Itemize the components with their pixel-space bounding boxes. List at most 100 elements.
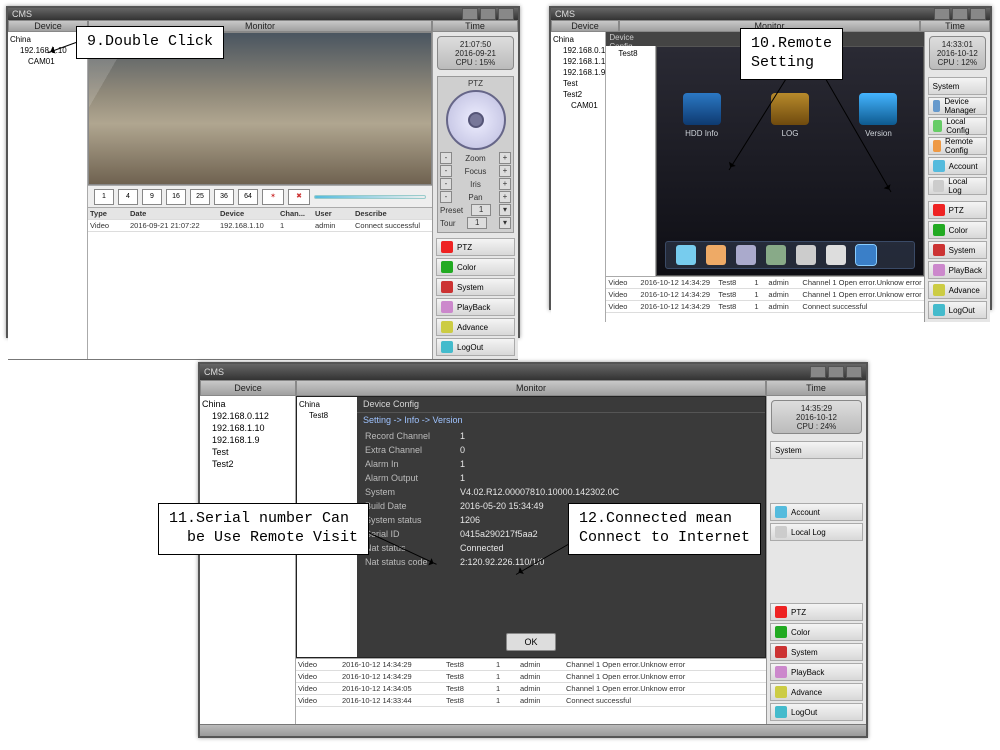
side-playback[interactable]: PlayBack	[928, 261, 987, 279]
layout-64[interactable]: 64	[238, 189, 258, 205]
side-advance[interactable]: Advance	[436, 318, 515, 336]
log-row[interactable]: Video2016-10-12 14:33:44Test81adminConne…	[296, 695, 766, 707]
fullscreen-icon[interactable]: ✶	[262, 189, 284, 205]
side-account[interactable]: Account	[928, 157, 987, 175]
side-account[interactable]: Account	[770, 503, 863, 521]
hdd-info-button[interactable]: HDD Info	[674, 93, 729, 138]
tree-node[interactable]: China	[202, 398, 293, 410]
log-row[interactable]: Video2016-10-12 14:34:29Test81adminChann…	[296, 671, 766, 683]
ptz-minus[interactable]: -	[440, 152, 452, 164]
ptz-plus[interactable]: +	[499, 152, 511, 164]
window-close-button[interactable]	[846, 366, 862, 378]
side-remote-config[interactable]: Remote Config	[928, 137, 987, 155]
tree-node[interactable]: Test8	[299, 410, 355, 421]
disconnect-icon[interactable]: ✖	[288, 189, 310, 205]
window-min-button[interactable]	[810, 366, 826, 378]
ptz-tour-input[interactable]: 1	[467, 217, 487, 229]
log-row[interactable]: Video2016-10-12 14:34:29Test81adminChann…	[606, 277, 923, 289]
version-button[interactable]: Version	[851, 93, 906, 138]
col-time: Time	[432, 20, 518, 32]
device-tree[interactable]: China 192.168.0.112 192.168.1.10 192.168…	[551, 32, 606, 322]
tree-node[interactable]: Test2	[553, 89, 603, 100]
device-tree[interactable]: China 192.168.0.112 192.168.1.10 192.168…	[200, 396, 296, 724]
tree-node[interactable]: CAM01	[10, 56, 85, 67]
tab-network-icon[interactable]	[736, 245, 756, 265]
tab-alarm-icon[interactable]	[766, 245, 786, 265]
side-logout[interactable]: LogOut	[928, 301, 987, 319]
tree-node[interactable]: Test	[202, 446, 293, 458]
ptz-plus[interactable]: +	[499, 165, 511, 177]
tree-node[interactable]: Test8	[608, 48, 653, 59]
layout-36[interactable]: 36	[214, 189, 234, 205]
side-ptz[interactable]: PTZ	[436, 238, 515, 256]
side-logout[interactable]: LogOut	[770, 703, 863, 721]
tree-node[interactable]: 192.168.0.112	[202, 410, 293, 422]
tree-node[interactable]: China	[299, 399, 355, 410]
ptz-icon	[441, 241, 453, 253]
log-row[interactable]: Video 2016-09-21 21:07:22 192.168.1.10 1…	[88, 220, 432, 232]
log-button[interactable]: LOG	[763, 93, 818, 138]
config-sub-tree[interactable]: Test8	[606, 46, 656, 276]
layout-9[interactable]: 9	[142, 189, 162, 205]
tree-node[interactable]: 192.168.1.10	[202, 422, 293, 434]
side-system[interactable]: System	[928, 241, 987, 259]
layout-4[interactable]: 4	[118, 189, 138, 205]
tree-node[interactable]: 192.168.1.9	[553, 67, 603, 78]
tree-node[interactable]: 192.168.1.10	[553, 56, 603, 67]
log-row[interactable]: Video2016-10-12 14:34:29Test81adminConne…	[606, 301, 923, 313]
window-close-button[interactable]	[498, 8, 514, 20]
ptz-plus[interactable]: +	[499, 191, 511, 203]
log-row[interactable]: Video2016-10-12 14:34:05Test81adminChann…	[296, 683, 766, 695]
side-color[interactable]: Color	[928, 221, 987, 239]
side-ptz[interactable]: PTZ	[770, 603, 863, 621]
ptz-preset-input[interactable]: 1	[471, 204, 491, 216]
ptz-plus[interactable]: +	[499, 178, 511, 190]
tab-info-icon-active[interactable]	[856, 245, 876, 265]
tree-node[interactable]: Test2	[202, 458, 293, 470]
layout-25[interactable]: 25	[190, 189, 210, 205]
side-advance[interactable]: Advance	[928, 281, 987, 299]
volume-slider[interactable]	[314, 195, 426, 199]
ptz-minus[interactable]: -	[440, 191, 452, 203]
log-row[interactable]: Video2016-10-12 14:34:29Test81adminChann…	[296, 659, 766, 671]
ok-button[interactable]: OK	[506, 633, 556, 651]
side-system[interactable]: System	[770, 643, 863, 661]
side-color[interactable]: Color	[436, 258, 515, 276]
ptz-dropdown-icon[interactable]: ▾	[499, 217, 511, 229]
ptz-dropdown-icon[interactable]: ▾	[499, 204, 511, 216]
tab-general-icon[interactable]	[676, 245, 696, 265]
tree-node[interactable]: China	[553, 34, 603, 45]
window-min-button[interactable]	[934, 8, 950, 20]
layout-1[interactable]: 1	[94, 189, 114, 205]
side-playback[interactable]: PlayBack	[436, 298, 515, 316]
side-advance[interactable]: Advance	[770, 683, 863, 701]
tab-system-icon[interactable]	[796, 245, 816, 265]
side-color[interactable]: Color	[770, 623, 863, 641]
side-local-log[interactable]: Local Log	[928, 177, 987, 195]
device-tree[interactable]: China 192.168.1.10 CAM01	[8, 32, 88, 359]
side-system[interactable]: System	[436, 278, 515, 296]
window-min-button[interactable]	[462, 8, 478, 20]
tab-tools-icon[interactable]	[826, 245, 846, 265]
tab-record-icon[interactable]	[706, 245, 726, 265]
window-max-button[interactable]	[952, 8, 968, 20]
log-row[interactable]: Video2016-10-12 14:34:29Test81adminChann…	[606, 289, 923, 301]
ptz-minus[interactable]: -	[440, 165, 452, 177]
side-playback[interactable]: PlayBack	[770, 663, 863, 681]
tree-node[interactable]: 192.168.0.112	[553, 45, 603, 56]
side-logout[interactable]: LogOut	[436, 338, 515, 356]
tree-node[interactable]: 192.168.1.9	[202, 434, 293, 446]
window-max-button[interactable]	[828, 366, 844, 378]
ptz-dpad[interactable]	[446, 90, 506, 150]
tree-node[interactable]: Test	[553, 78, 603, 89]
ptz-minus[interactable]: -	[440, 178, 452, 190]
tree-node[interactable]: CAM01	[553, 100, 603, 111]
window-close-button[interactable]	[970, 8, 986, 20]
layout-16[interactable]: 16	[166, 189, 186, 205]
side-device-manager[interactable]: Device Manager	[928, 97, 987, 115]
side-local-log[interactable]: Local Log	[770, 523, 863, 541]
window-max-button[interactable]	[480, 8, 496, 20]
playback-icon	[441, 301, 453, 313]
side-local-config[interactable]: Local Config	[928, 117, 987, 135]
side-ptz[interactable]: PTZ	[928, 201, 987, 219]
